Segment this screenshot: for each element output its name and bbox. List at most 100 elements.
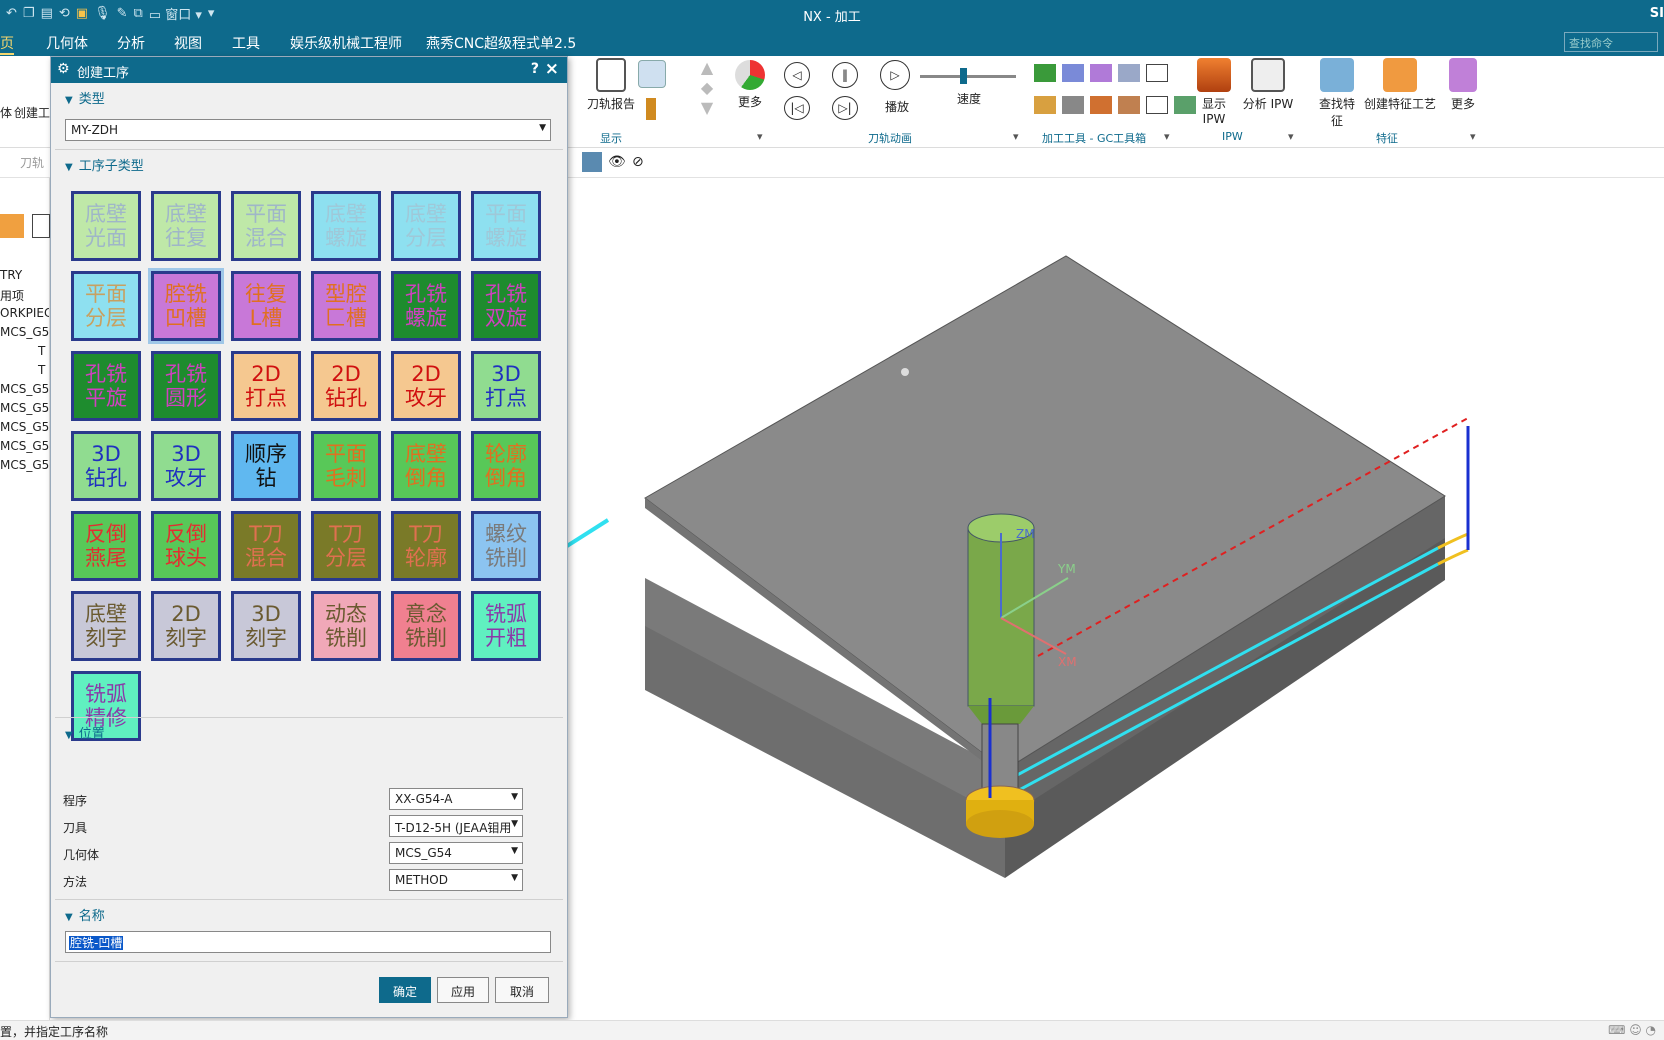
tree-node[interactable]: ORKPIEC — [0, 306, 49, 325]
operation-subtype-tile[interactable]: 3D刻字 — [231, 591, 301, 661]
gc-group-expand-icon[interactable]: ▾ — [1164, 130, 1170, 143]
operation-subtype-tile[interactable]: 反倒球头 — [151, 511, 221, 581]
operation-subtype-tile[interactable]: 平面混合 — [231, 191, 301, 261]
tab-view[interactable]: 视图 — [174, 33, 202, 53]
operation-subtype-tile[interactable]: 反倒燕尾 — [71, 511, 141, 581]
operation-subtype-tile[interactable]: T刀轮廓 — [391, 511, 461, 581]
cancel-button[interactable]: 取消 — [495, 977, 549, 1003]
operation-subtype-tile[interactable]: 型腔匚槽 — [311, 271, 381, 341]
analyze-ipw-button[interactable]: 分析 IPW — [1242, 58, 1294, 112]
operation-name-input[interactable]: 腔铣-凹槽 — [65, 931, 551, 953]
gc-tool-icon-7[interactable] — [1062, 96, 1084, 114]
create-feature-process-button[interactable]: 创建特征工艺 — [1364, 58, 1436, 112]
tree-node[interactable]: MCS_G5 — [0, 325, 49, 344]
help-button[interactable]: ? — [531, 61, 539, 77]
operation-subtype-tile[interactable]: 底壁光面 — [71, 191, 141, 261]
tool-button[interactable] — [640, 98, 662, 120]
tree-node[interactable]: MCS_G5 — [0, 420, 49, 439]
gc-tool-icon-8[interactable] — [1090, 96, 1112, 114]
display-group-expand-icon[interactable]: ▾ — [757, 130, 763, 143]
operation-subtype-tile[interactable]: 轮廓倒角 — [471, 431, 541, 501]
gc-tool-icon-2[interactable] — [1062, 64, 1084, 82]
operation-subtype-tile[interactable]: 3D攻牙 — [151, 431, 221, 501]
program-select[interactable]: XX-G54-A ▼ — [389, 788, 523, 810]
tree-node[interactable]: MCS_G5 — [0, 439, 49, 458]
tool-select[interactable]: T-D12-5H (JEAA钼用 ▼ — [389, 815, 523, 837]
close-button[interactable]: × — [545, 59, 559, 79]
method-select[interactable]: METHOD ▼ — [389, 869, 523, 891]
geometry-select[interactable]: MCS_G54 ▼ — [389, 842, 523, 864]
operation-subtype-tile[interactable]: 底壁螺旋 — [311, 191, 381, 261]
operation-subtype-tile[interactable]: 平面分层 — [71, 271, 141, 341]
display-toggle-button[interactable] — [637, 60, 667, 91]
find-feature-button[interactable]: 查找特征 — [1314, 58, 1360, 129]
play-button[interactable]: ▷ — [880, 60, 910, 90]
tree-node[interactable]: 用项 — [0, 287, 49, 306]
operation-subtype-tile[interactable]: 孔铣螺旋 — [391, 271, 461, 341]
operation-subtype-tile[interactable]: 平面毛刺 — [311, 431, 381, 501]
tree-node[interactable]: MCS_G5 — [0, 458, 49, 477]
program-order-view-icon[interactable] — [0, 214, 24, 238]
display-more-button[interactable]: 更多 — [728, 60, 772, 110]
operation-subtype-tile[interactable]: 铣弧开粗 — [471, 591, 541, 661]
tab-analysis[interactable]: 分析 — [117, 33, 145, 53]
operation-subtype-tile[interactable]: 2D打点 — [231, 351, 301, 421]
tree-node[interactable]: T — [0, 363, 49, 382]
tree-node[interactable]: MCS_G5 — [0, 401, 49, 420]
speed-slider-thumb[interactable] — [960, 68, 967, 84]
operation-subtype-tile[interactable]: 孔铣圆形 — [151, 351, 221, 421]
arrow-stack-icon[interactable]: ▲ ◆ ▼ — [696, 58, 718, 118]
gc-tool-icon-5[interactable] — [1146, 64, 1168, 82]
subtype-section-header[interactable]: ▼ 工序子类型 — [65, 155, 144, 174]
operation-subtype-tile[interactable]: 3D打点 — [471, 351, 541, 421]
tree-node[interactable]: T — [0, 344, 49, 363]
operation-subtype-tile[interactable]: T刀分层 — [311, 511, 381, 581]
operation-subtype-tile[interactable]: 平面螺旋 — [471, 191, 541, 261]
feature-group-expand-icon[interactable]: ▾ — [1470, 130, 1476, 143]
rewind-button[interactable]: ◁ — [784, 62, 810, 88]
toolpath-filter-label[interactable]: 刀轨 — [20, 154, 44, 171]
operation-subtype-tile[interactable]: 孔铣双旋 — [471, 271, 541, 341]
animation-group-expand-icon[interactable]: ▾ — [1013, 130, 1019, 143]
operation-subtype-tile[interactable]: 螺纹铣削 — [471, 511, 541, 581]
show-eye-icon[interactable]: 👁 — [608, 154, 626, 170]
operation-subtype-tile[interactable]: 2D刻字 — [151, 591, 221, 661]
operation-subtype-tile[interactable]: 2D钻孔 — [311, 351, 381, 421]
machine-tool-view-icon[interactable] — [32, 214, 50, 238]
type-section-header[interactable]: ▼ 类型 — [65, 88, 105, 107]
mcs-display-icon[interactable] — [582, 152, 602, 172]
name-section-header[interactable]: ▼ 名称 — [65, 905, 105, 924]
tab-geometry[interactable]: 几何体 — [46, 33, 88, 53]
step-forward-button[interactable]: ▷| — [832, 96, 858, 120]
tab-tools[interactable]: 工具 — [232, 33, 260, 53]
tab-home[interactable]: 页 — [0, 33, 14, 55]
command-search-input[interactable]: 查找命令 — [1564, 32, 1658, 52]
operation-subtype-tile[interactable]: 孔铣平旋 — [71, 351, 141, 421]
gc-tool-icon-6[interactable] — [1034, 96, 1056, 114]
apply-button[interactable]: 应用 — [437, 977, 489, 1003]
step-back-button[interactable]: |◁ — [784, 96, 810, 120]
operation-subtype-tile[interactable]: 意念铣削 — [391, 591, 461, 661]
ipw-group-expand-icon[interactable]: ▾ — [1288, 130, 1294, 143]
operation-subtype-tile[interactable]: 底壁刻字 — [71, 591, 141, 661]
pause-button[interactable]: ‖ — [832, 62, 858, 88]
ok-button[interactable]: 确定 — [379, 977, 431, 1003]
tab-yanxiu-cnc[interactable]: 燕秀CNC超级程式单2.5 — [426, 33, 576, 53]
operation-subtype-tile[interactable]: T刀混合 — [231, 511, 301, 581]
tree-node[interactable]: TRY — [0, 268, 49, 287]
operation-subtype-tile[interactable]: 底壁往复 — [151, 191, 221, 261]
show-ipw-button[interactable]: 显示 IPW — [1190, 58, 1238, 126]
operation-subtype-tile[interactable]: 2D攻牙 — [391, 351, 461, 421]
type-select[interactable]: MY-ZDH ▼ — [65, 119, 551, 141]
check-icon[interactable] — [1034, 64, 1056, 82]
gc-tool-icon-9[interactable] — [1118, 96, 1140, 114]
operation-subtype-tile[interactable]: 3D钻孔 — [71, 431, 141, 501]
operation-subtype-tile[interactable]: 动态铣削 — [311, 591, 381, 661]
graphics-viewport[interactable]: ZM YM XM — [548, 178, 1664, 1020]
gc-tool-icon-4[interactable] — [1118, 64, 1140, 82]
ribbon-left-label-1[interactable]: 创建工 — [14, 104, 50, 121]
gc-tool-icon-10[interactable] — [1146, 96, 1168, 114]
position-section-header[interactable]: ▼ 位置 — [65, 723, 105, 742]
operation-subtype-tile[interactable]: 底壁分层 — [391, 191, 461, 261]
operation-subtype-tile[interactable]: 底壁倒角 — [391, 431, 461, 501]
